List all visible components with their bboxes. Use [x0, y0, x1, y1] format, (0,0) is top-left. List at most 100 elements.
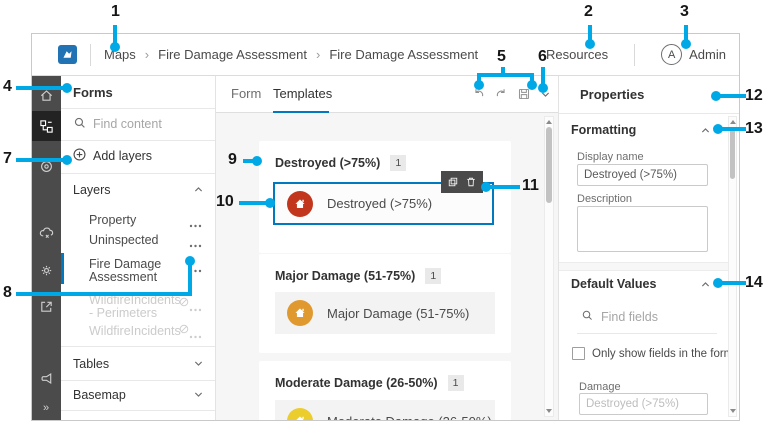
- user-menu[interactable]: Admin: [689, 47, 726, 62]
- chevron-up-icon[interactable]: [193, 183, 204, 198]
- scroll-down-icon[interactable]: [545, 406, 553, 416]
- divider: [61, 380, 215, 381]
- geofences-icon[interactable]: [32, 152, 61, 180]
- scrollbar-thumb[interactable]: [730, 127, 735, 179]
- chevron-down-icon[interactable]: [193, 388, 204, 403]
- breadcrumb-maps[interactable]: Maps: [104, 47, 136, 62]
- layer-options-ellipsis-icon[interactable]: [189, 327, 202, 342]
- description-field[interactable]: [577, 206, 708, 252]
- find-content-input[interactable]: Find content: [93, 117, 162, 131]
- redo-icon[interactable]: [490, 82, 512, 106]
- duplicate-icon[interactable]: [447, 176, 459, 188]
- callout-9-dot: [252, 156, 262, 166]
- layer-item-wildfireincidents[interactable]: WildfireIncidents: [89, 325, 181, 338]
- callout-8-line: [16, 292, 192, 296]
- group-count-badge: 1: [425, 268, 441, 284]
- chevron-up-icon[interactable]: [700, 124, 711, 139]
- scroll-up-icon[interactable]: [545, 117, 553, 127]
- only-show-fields-checkbox[interactable]: [572, 347, 585, 360]
- breadcrumb-layer-name[interactable]: Fire Damage Assessment: [329, 47, 478, 62]
- properties-scrollbar[interactable]: [728, 116, 737, 417]
- find-fields-input[interactable]: Find fields: [601, 310, 658, 324]
- default-values-section-header[interactable]: Default Values: [571, 277, 656, 291]
- layers-section-header[interactable]: Layers: [73, 183, 111, 197]
- callout-7-dot: [62, 155, 72, 165]
- template-label: Moderate Damage (26-50%): [327, 414, 492, 421]
- layer-options-ellipsis-icon[interactable]: [189, 300, 202, 315]
- template-hover-toolbar: [441, 171, 483, 193]
- callout-7-line: [16, 158, 65, 162]
- divider: [61, 108, 215, 109]
- description-label: Description: [577, 193, 632, 205]
- offline-cloud-icon[interactable]: [32, 219, 61, 247]
- formatting-section-header[interactable]: Formatting: [571, 123, 636, 137]
- callout-5-dot: [474, 80, 484, 90]
- callout-5-line: [477, 73, 534, 77]
- callout-10: 10: [216, 193, 234, 211]
- damage-default-value-field[interactable]: [579, 393, 708, 415]
- screenshot-root: Maps › Fire Damage Assessment › Fire Dam…: [0, 0, 772, 423]
- add-circle-icon: [72, 147, 87, 165]
- callout-11-dot: [481, 182, 491, 192]
- search-icon: [73, 116, 87, 133]
- tab-templates[interactable]: Templates: [273, 86, 332, 101]
- chevron-down-icon[interactable]: [193, 357, 204, 372]
- feedback-megaphone-icon[interactable]: [32, 364, 61, 392]
- breadcrumb-map-name[interactable]: Fire Damage Assessment: [158, 47, 307, 62]
- layer-item-property[interactable]: Property: [89, 214, 136, 227]
- template-card-major-damage[interactable]: Major Damage (51-75%): [275, 292, 495, 334]
- scrollbar-thumb[interactable]: [546, 127, 552, 203]
- divider: [61, 173, 215, 174]
- callout-3: 3: [680, 3, 689, 21]
- callout-8-dot: [185, 256, 195, 266]
- major-damage-symbol-icon: [287, 300, 313, 326]
- callout-14-line: [722, 281, 746, 285]
- scroll-down-icon[interactable]: [729, 406, 736, 416]
- sharing-export-icon[interactable]: [32, 292, 61, 320]
- layer-options-ellipsis-icon[interactable]: [189, 216, 202, 231]
- add-layers-button[interactable]: Add layers: [93, 149, 152, 163]
- callout-13-dot: [713, 124, 723, 134]
- callout-12: 12: [745, 87, 763, 105]
- moderate-damage-symbol-icon: [287, 408, 313, 420]
- callout-5-dot: [527, 80, 537, 90]
- expand-panel-icon[interactable]: »: [32, 394, 61, 421]
- forms-tool-icon[interactable]: [32, 111, 61, 141]
- layer-item-fire-damage-assessment[interactable]: Fire Damage Assessment: [89, 258, 175, 284]
- tab-form[interactable]: Form: [231, 86, 261, 101]
- template-card-moderate-damage[interactable]: Moderate Damage (26-50%): [275, 400, 495, 420]
- display-name-field[interactable]: [577, 164, 708, 186]
- templates-list: Destroyed (>75%) 1 Destroyed (>75%): [216, 113, 558, 420]
- layer-item-uninspected[interactable]: Uninspected: [89, 234, 159, 247]
- scroll-up-icon[interactable]: [729, 117, 736, 127]
- selected-layer-indicator: [61, 253, 64, 284]
- callout-4-dot: [62, 83, 72, 93]
- settings-gear-icon[interactable]: [32, 256, 61, 284]
- callout-11: 11: [522, 177, 539, 195]
- properties-panel: Properties Formatting Display name Descr…: [558, 76, 739, 420]
- callout-8: 8: [3, 284, 12, 302]
- basemap-section-header[interactable]: Basemap: [73, 388, 126, 402]
- field-maps-logo-icon[interactable]: [58, 45, 77, 64]
- chevron-up-icon[interactable]: [700, 278, 711, 293]
- callout-6-dot: [538, 83, 548, 93]
- callout-12-line: [720, 94, 746, 98]
- template-card-destroyed[interactable]: Destroyed (>75%): [273, 182, 494, 225]
- tables-section-header[interactable]: Tables: [73, 357, 109, 371]
- chevron-right-icon: ›: [316, 47, 320, 62]
- layer-item-wildfireincidents-perimeters[interactable]: WildfireIncidents - Perimeters: [89, 294, 169, 320]
- search-icon: [581, 309, 594, 325]
- layer-options-ellipsis-icon[interactable]: [189, 236, 202, 251]
- resources-link[interactable]: Resources: [546, 47, 608, 62]
- callout-5: 5: [497, 48, 506, 66]
- divider: [559, 113, 739, 114]
- template-group-major-damage: Major Damage (51-75%) 1 Major Damage (51…: [259, 254, 511, 353]
- header-divider: [634, 44, 635, 66]
- callout-11-line: [490, 185, 520, 189]
- delete-trash-icon[interactable]: [465, 176, 477, 188]
- callout-14: 14: [745, 274, 763, 292]
- avatar[interactable]: A: [661, 44, 682, 65]
- editor-tabbar: Form Templates: [216, 76, 558, 113]
- group-title: Destroyed (>75%): [275, 156, 380, 170]
- templates-scrollbar[interactable]: [544, 116, 554, 417]
